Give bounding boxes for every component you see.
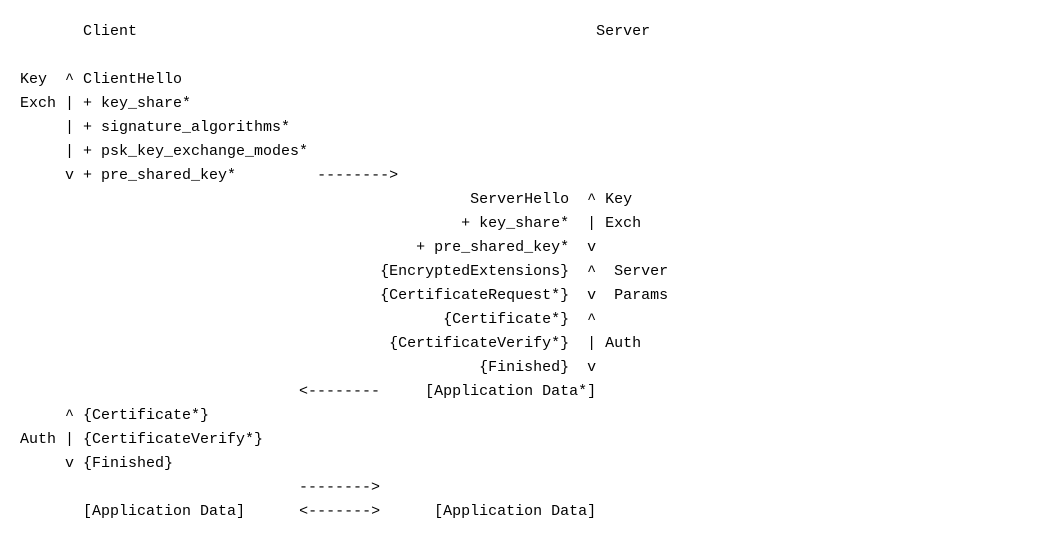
server-row4: {EncryptedExtensions} ^ Server — [20, 263, 668, 280]
phase-exch: Exch — [20, 95, 56, 112]
server-keyshare: + key_share* — [461, 215, 569, 232]
client-keyexch-row5: v + pre_shared_key* --------> — [20, 167, 398, 184]
client-keyexch-row3: | + signature_algorithms* — [20, 119, 290, 136]
server-row2: + key_share* | Exch — [20, 215, 641, 232]
header-row: Client Server — [20, 23, 650, 40]
client-finished: {Finished} — [83, 455, 173, 472]
server-certverify: {CertificateVerify*} — [389, 335, 569, 352]
client-auth-row3: v {Finished} — [20, 455, 173, 472]
client-auth-row4: --------> — [20, 479, 380, 496]
appdata-row: [Application Data] <-------> [Applicatio… — [20, 503, 596, 520]
client-auth-row2: Auth | {CertificateVerify*} — [20, 431, 263, 448]
phase-auth: Auth — [20, 431, 56, 448]
tls-handshake-diagram: Client Server Key ^ ClientHello Exch | +… — [20, 20, 1021, 524]
server-hello: ServerHello — [470, 191, 569, 208]
arrow-left-1: <-------- — [299, 383, 380, 400]
client-keyexch-row2: Exch | + key_share* — [20, 95, 191, 112]
server-header: Server — [596, 23, 650, 40]
server-auth-label: Auth — [605, 335, 641, 352]
server-certreq: {CertificateRequest*} — [380, 287, 569, 304]
server-params-label1: Server — [614, 263, 668, 280]
server-cert: {Certificate*} — [443, 311, 569, 328]
client-hello: ClientHello — [83, 71, 182, 88]
server-row5: {CertificateRequest*} v Params — [20, 287, 668, 304]
server-appdata2: [Application Data] — [434, 503, 596, 520]
server-appdata: [Application Data*] — [425, 383, 596, 400]
server-key-label: Key — [605, 191, 632, 208]
server-row8: {Finished} v — [20, 359, 596, 376]
phase-key: Key — [20, 71, 47, 88]
server-row9: <-------- [Application Data*] — [20, 383, 596, 400]
client-sigalg: + signature_algorithms* — [83, 119, 290, 136]
server-row6: {Certificate*} ^ — [20, 311, 596, 328]
client-keyshare: + key_share* — [83, 95, 191, 112]
arrow-right-1: --------> — [317, 167, 398, 184]
arrow-right-2: --------> — [299, 479, 380, 496]
client-keyexch-row1: Key ^ ClientHello — [20, 71, 182, 88]
client-certverify: {CertificateVerify*} — [83, 431, 263, 448]
client-keyexch-row4: | + psk_key_exchange_modes* — [20, 143, 308, 160]
server-exch-label: Exch — [605, 215, 641, 232]
client-pskmodes: + psk_key_exchange_modes* — [83, 143, 308, 160]
server-finished: {Finished} — [479, 359, 569, 376]
client-cert: {Certificate*} — [83, 407, 209, 424]
server-row7: {CertificateVerify*} | Auth — [20, 335, 641, 352]
server-row3: + pre_shared_key* v — [20, 239, 596, 256]
server-row1: ServerHello ^ Key — [20, 191, 632, 208]
arrow-bidir: <-------> — [299, 503, 380, 520]
server-params-label2: Params — [614, 287, 668, 304]
client-header: Client — [83, 23, 137, 40]
server-psk: + pre_shared_key* — [416, 239, 569, 256]
client-auth-row1: ^ {Certificate*} — [20, 407, 209, 424]
client-appdata: [Application Data] — [83, 503, 245, 520]
server-encext: {EncryptedExtensions} — [380, 263, 569, 280]
client-psk: + pre_shared_key* — [83, 167, 236, 184]
